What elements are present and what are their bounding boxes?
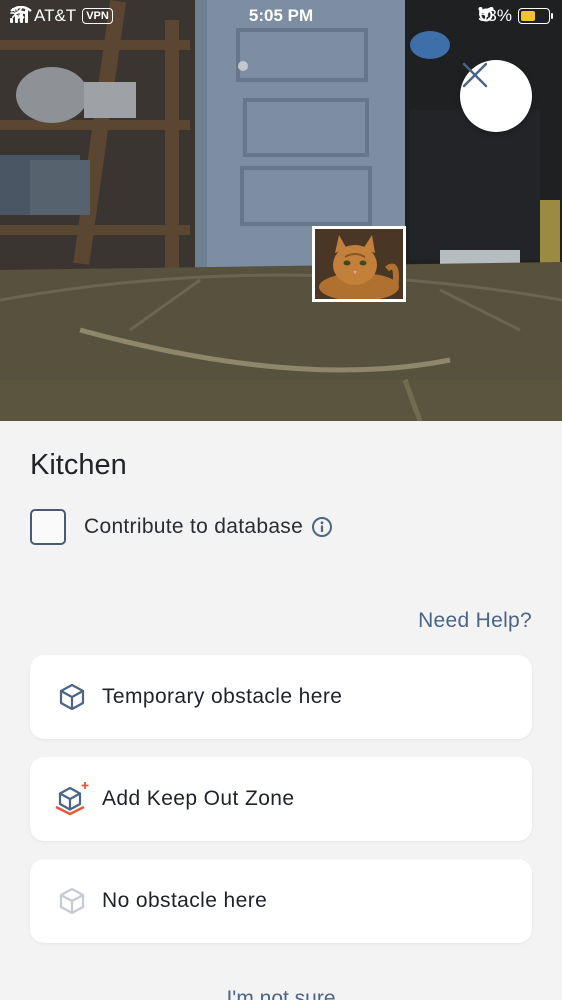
contribute-checkbox[interactable] bbox=[30, 509, 66, 545]
contribute-label: Contribute to database bbox=[84, 515, 304, 538]
status-right: 53% bbox=[478, 6, 553, 26]
no-obstacle-label: No obstacle here bbox=[102, 889, 268, 912]
room-title: Kitchen bbox=[30, 449, 127, 481]
info-icon[interactable] bbox=[311, 516, 333, 538]
battery-fill bbox=[521, 11, 535, 21]
need-help-link[interactable]: Need Help? bbox=[418, 609, 532, 633]
temporary-obstacle-label: Temporary obstacle here bbox=[102, 685, 343, 708]
alarm-icon bbox=[478, 7, 494, 22]
detection-thumbnail bbox=[312, 226, 406, 302]
camera-feed: AT&T VPN 5:05 PM 53% bbox=[0, 0, 562, 421]
add-keep-out-zone-label: Add Keep Out Zone bbox=[102, 787, 295, 810]
not-sure-link[interactable]: I'm not sure bbox=[0, 987, 562, 1000]
no-obstacle-button[interactable]: No obstacle here bbox=[30, 859, 532, 943]
obstacle-sheet: Kitchen Contribute to database Need Help… bbox=[0, 421, 562, 1000]
cube-keep-out-icon bbox=[54, 781, 90, 817]
cube-faded-icon bbox=[54, 883, 90, 919]
close-button[interactable] bbox=[460, 60, 532, 132]
add-keep-out-zone-button[interactable]: Add Keep Out Zone bbox=[30, 757, 532, 841]
status-bar: AT&T VPN 5:05 PM 53% bbox=[0, 0, 562, 32]
cube-icon bbox=[54, 679, 90, 715]
close-icon bbox=[462, 62, 488, 88]
temporary-obstacle-button[interactable]: Temporary obstacle here bbox=[30, 655, 532, 739]
contribute-row: Contribute to database bbox=[30, 509, 333, 545]
cat-image bbox=[315, 229, 403, 299]
battery-icon bbox=[518, 8, 553, 24]
